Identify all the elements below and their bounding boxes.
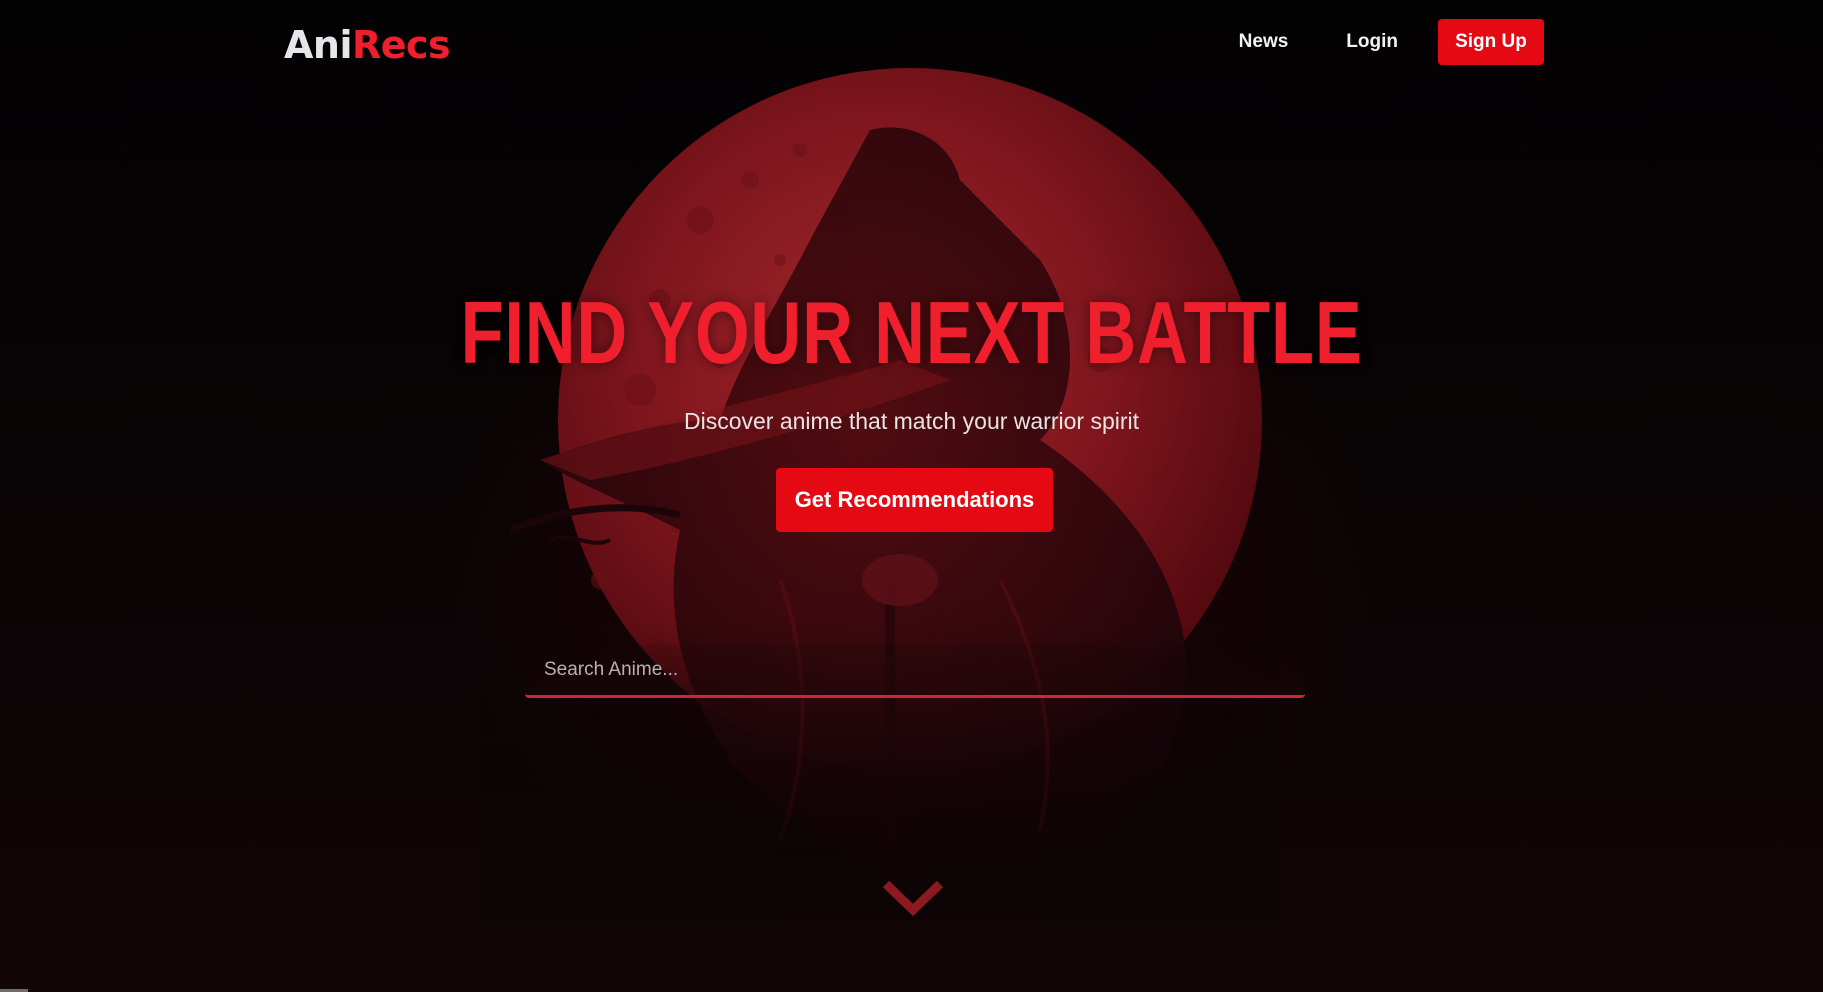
hero-subtitle: Discover anime that match your warrior s…	[683, 408, 1140, 434]
brand-name-part2: Recs	[352, 23, 451, 67]
brand-name-part1: Ani	[284, 23, 353, 67]
chevron-down-icon[interactable]	[882, 878, 944, 918]
landing-page: AniRecs News Login Sign Up FIND YOUR NEX…	[0, 0, 1823, 992]
brand-logo[interactable]: AniRecs	[284, 22, 451, 68]
search-bar	[525, 645, 1305, 698]
sign-up-button[interactable]: Sign Up	[1438, 19, 1544, 65]
get-recommendations-button[interactable]: Get Recommendations	[776, 468, 1053, 532]
nav-link-login[interactable]: Login	[1346, 31, 1398, 53]
nav-link-news[interactable]: News	[1239, 31, 1289, 53]
main-nav: News Login Sign Up	[1239, 19, 1544, 65]
search-input[interactable]	[525, 645, 1305, 695]
site-header: AniRecs News Login Sign Up	[0, 0, 1823, 84]
hero-title: FIND YOUR NEXT BATTLE	[460, 283, 1363, 382]
